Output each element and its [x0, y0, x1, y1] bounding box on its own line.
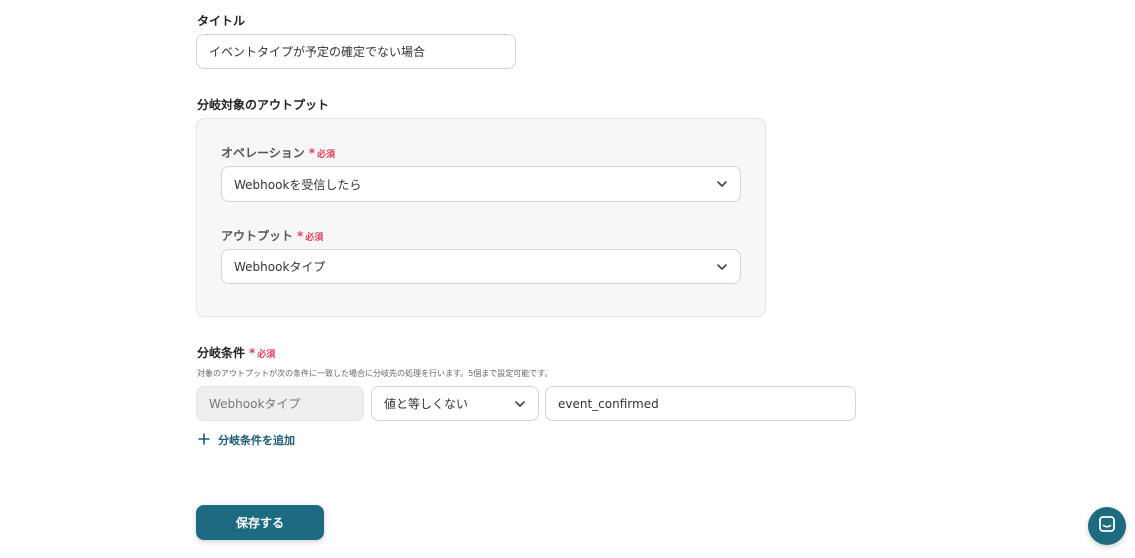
condition-label: 分岐条件 [197, 346, 246, 360]
operation-select-value: Webhookを受信したら [234, 177, 362, 192]
title-input-value: イベントタイプが予定の確定でない場合 [209, 45, 426, 59]
required-star: * [249, 346, 256, 360]
output-label: アウトプット [221, 229, 294, 243]
save-button[interactable]: 保存する [196, 505, 324, 540]
operation-label: オペレーション [221, 146, 305, 160]
condition-label-row: 分岐条件 * 必須 [197, 344, 275, 361]
add-condition-button[interactable]: 分岐条件を追加 [198, 432, 295, 448]
condition-value-text: event_confirmed [558, 396, 659, 411]
save-button-label: 保存する [235, 516, 284, 530]
output-select[interactable]: Webhookタイプ [221, 249, 741, 284]
condition-operator-value: 値と等しくない [384, 397, 469, 411]
condition-field: Webhookタイプ [196, 386, 364, 421]
required-star: * [308, 146, 316, 160]
chat-widget-button[interactable] [1088, 507, 1126, 545]
chat-icon [1098, 515, 1116, 537]
title-input[interactable]: イベントタイプが予定の確定でない場合 [196, 34, 516, 69]
plus-icon [198, 432, 210, 448]
add-condition-label: 分岐条件を追加 [218, 434, 295, 447]
condition-operator-select[interactable]: 値と等しくない [371, 386, 539, 421]
chevron-down-icon [716, 178, 728, 190]
output-section-label: 分岐対象のアウトプット [197, 98, 330, 112]
output-select-value: Webhookタイプ [234, 260, 326, 274]
chevron-down-icon [514, 398, 526, 410]
condition-value-input[interactable]: event_confirmed [545, 386, 856, 421]
condition-field-value: Webhookタイプ [209, 397, 301, 411]
operation-select[interactable]: Webhookを受信したら [221, 166, 741, 202]
condition-hint: 対象のアウトプットが次の条件に一致した場合に分岐先の処理を行います。5個まで設定… [197, 369, 553, 378]
chevron-down-icon [716, 261, 728, 273]
operation-label-row: オペレーション * 必須 [221, 144, 335, 161]
required-text: 必須 [317, 150, 336, 160]
output-label-row: アウトプット * 必須 [221, 227, 323, 244]
title-label: タイトル [197, 14, 246, 28]
required-star: * [297, 229, 304, 243]
required-text: 必須 [305, 233, 324, 243]
required-text: 必須 [257, 350, 276, 360]
